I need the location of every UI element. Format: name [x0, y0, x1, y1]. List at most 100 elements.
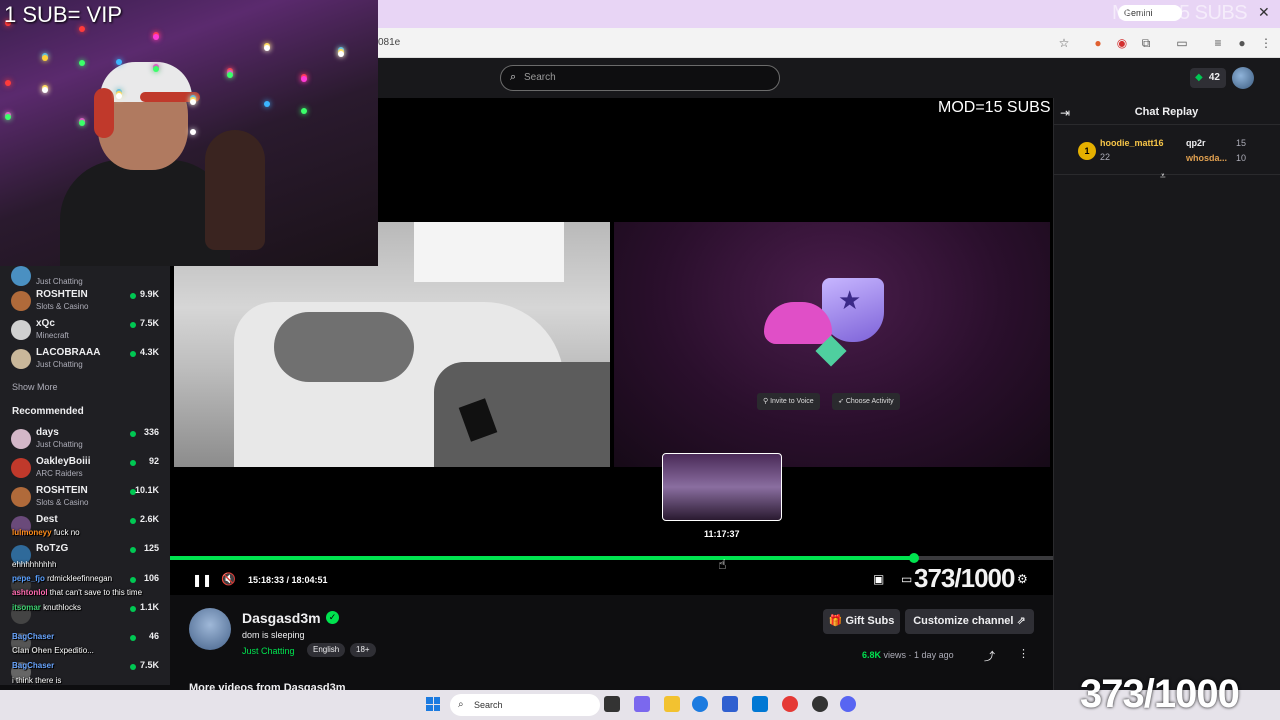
tag-18plus[interactable]: 18+: [350, 643, 376, 657]
app-icon[interactable]: [812, 696, 828, 712]
gift-subs-button[interactable]: 🎁 Gift Subs: [823, 609, 900, 634]
copilot-icon[interactable]: [634, 696, 650, 712]
channel-points-badge[interactable]: ◆ 42: [1190, 68, 1226, 88]
bright-window: [414, 222, 564, 282]
views-word: views: [883, 650, 907, 660]
outlook-icon[interactable]: [752, 696, 768, 712]
stream-chat-message: lulmoneyy fuck no: [12, 528, 80, 537]
invite-to-voice-button[interactable]: ⚲ Invite to Voice: [757, 393, 820, 410]
bookmark-star-icon[interactable]: ☆: [1054, 33, 1074, 53]
chat-text: fuck no: [53, 528, 80, 537]
chat-username: Clan Ohen: [12, 646, 53, 655]
sub-goal-overlay-bottom: 373/1000: [1080, 672, 1240, 716]
customize-channel-button[interactable]: Customize channel ⇗: [905, 609, 1034, 634]
leader-name[interactable]: qp2r: [1186, 138, 1206, 148]
viewer-count: 2.6K: [139, 514, 159, 524]
kebab-menu-icon[interactable]: ⋮: [1256, 33, 1276, 53]
cast-icon[interactable]: ▭: [1172, 33, 1192, 53]
channel-name: xQc: [36, 318, 55, 329]
viewer-count: 10.1K: [134, 485, 159, 495]
channel-name: RoTzG: [36, 543, 69, 554]
choose-activity-button[interactable]: ➶ Choose Activity: [832, 393, 900, 410]
share-icon[interactable]: ⤴: [984, 648, 995, 664]
string-light: [338, 51, 344, 57]
url-text[interactable]: 081e: [378, 37, 400, 48]
channel-avatar[interactable]: [189, 608, 231, 650]
search-input[interactable]: ⌕ Search: [500, 65, 780, 91]
chat-replay-title: Chat Replay: [1134, 106, 1199, 118]
opera-icon[interactable]: ◉: [1112, 33, 1132, 53]
channel-name[interactable]: Dasgasd3m: [242, 610, 321, 626]
customize-label: Customize channel: [913, 615, 1014, 627]
task-view-icon[interactable]: [604, 696, 620, 712]
store-icon[interactable]: [722, 696, 738, 712]
points-icon: ◆: [1195, 72, 1203, 83]
live-dot-icon: [130, 664, 136, 670]
tag-english[interactable]: English: [307, 643, 346, 657]
muted-speaker-icon[interactable]: 🔇: [221, 572, 236, 586]
puzzle-icon[interactable]: ⧉: [1136, 33, 1156, 53]
seek-bar-handle[interactable]: [909, 553, 919, 563]
live-dot-icon: [130, 431, 136, 437]
viewer-count: 4.3K: [139, 347, 159, 357]
viewer-count: 7.5K: [139, 660, 159, 670]
leader-name[interactable]: whosda...: [1186, 153, 1227, 163]
playlist-icon[interactable]: ≡: [1208, 33, 1228, 53]
rocket-icon: ➶: [838, 398, 846, 405]
theatre-icon[interactable]: ▭: [901, 572, 912, 586]
chrome-icon[interactable]: [782, 696, 798, 712]
live-dot-icon: [130, 293, 136, 299]
chat-text: rdmickleefinnegan: [47, 574, 113, 583]
chat-text: Expeditio...: [54, 646, 94, 655]
sidebar-channel-recommended[interactable]: days Just Chatting 336: [0, 425, 170, 454]
live-dot-icon: [130, 518, 136, 524]
edge-icon[interactable]: [692, 696, 708, 712]
show-more-link[interactable]: Show More: [12, 382, 58, 392]
sidebar-channel-channels[interactable]: xQc Minecraft 7.5K: [0, 316, 170, 345]
stream-title: dom is sleeping: [242, 630, 305, 640]
live-dot-icon: [130, 547, 136, 553]
leader-count: 22: [1100, 152, 1111, 162]
pause-icon[interactable]: ❚❚: [192, 573, 212, 587]
leader-name[interactable]: hoodie_matt16: [1100, 138, 1164, 148]
channel-name: OakleyBoiii: [36, 456, 91, 467]
clip-icon[interactable]: ▣: [873, 572, 884, 586]
overlay-sub-vip: 1 SUB= VIP: [4, 2, 123, 27]
expand-leaderboard-icon[interactable]: ⩡: [1160, 171, 1166, 182]
chat-text: i think there is: [12, 676, 62, 685]
stream-chat-message: BagChaser: [12, 661, 54, 670]
video-stats: 6.8K views · 1 day ago: [862, 650, 954, 660]
more-options-icon[interactable]: ⋮: [1018, 647, 1029, 660]
extension-icon[interactable]: ●: [1088, 33, 1108, 53]
sidebar-channel-channels[interactable]: LACOBRAAA Just Chatting 4.3K: [0, 345, 170, 374]
channel-category: Just Chatting: [36, 360, 83, 369]
string-light: [227, 72, 233, 78]
close-window-icon[interactable]: ✕: [1258, 4, 1270, 21]
viewer-count: 106: [143, 573, 159, 583]
chat-username: pepe_fjo: [12, 574, 45, 583]
guest-person: [205, 130, 265, 250]
string-light: [190, 129, 196, 135]
channel-avatar: [11, 320, 31, 340]
channel-category: Minecraft: [36, 331, 69, 340]
file-explorer-icon[interactable]: [664, 696, 680, 712]
channel-name: LACOBRAAA: [36, 347, 101, 358]
string-light: [190, 99, 196, 105]
overlay-mod-top: MOD=15 SUBS: [1112, 2, 1248, 24]
live-dot-icon: [130, 635, 136, 641]
sidebar-channel-recommended[interactable]: OakleyBoiii ARC Raiders 92: [0, 454, 170, 483]
taskbar-search[interactable]: ⌕ Search: [450, 694, 600, 716]
sidebar-channel-recommended[interactable]: ROSHTEIN Slots & Casino 10.1K: [0, 483, 170, 512]
user-avatar[interactable]: [1232, 67, 1254, 89]
settings-icon[interactable]: ⚙: [1017, 572, 1028, 586]
discord-icon[interactable]: [840, 696, 856, 712]
windows-start-icon[interactable]: [426, 697, 440, 711]
string-light: [42, 87, 48, 93]
sleeping-person: [274, 312, 414, 382]
sidebar-channel-channels[interactable]: ROSHTEIN Slots & Casino 9.9K: [0, 287, 170, 316]
activity-label: Choose Activity: [845, 398, 894, 405]
category-link[interactable]: Just Chatting: [242, 646, 295, 656]
profile-icon[interactable]: ●: [1232, 33, 1252, 53]
chat-username: BagChaser: [12, 661, 55, 670]
chat-username: BagChaser: [12, 632, 55, 641]
